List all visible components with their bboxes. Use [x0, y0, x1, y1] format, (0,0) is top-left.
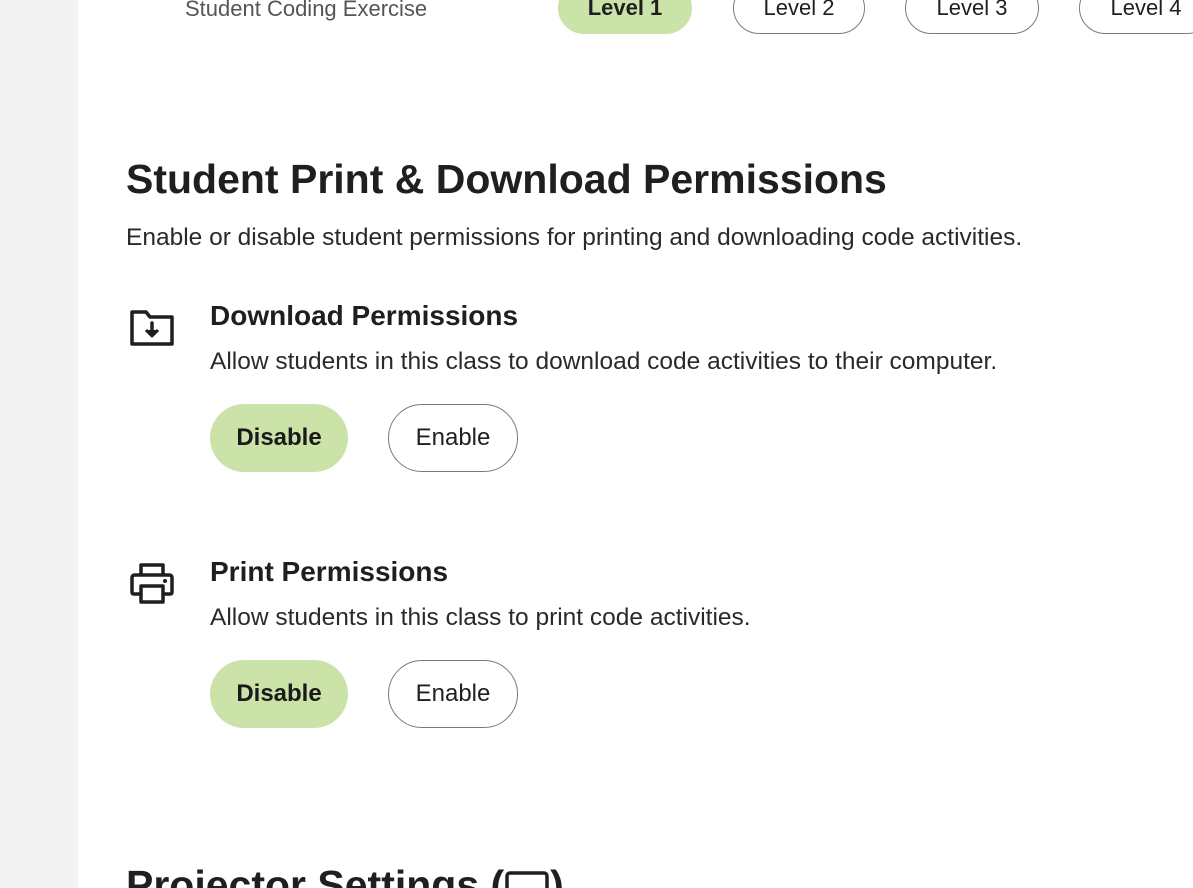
section-description: Enable or disable student permissions fo…: [126, 224, 1023, 251]
projector-settings-label: Projector Settings (: [126, 862, 505, 888]
level-1-pill[interactable]: Level 1: [558, 0, 692, 34]
projector-settings-suffix: ): [550, 862, 564, 888]
section-title: Student Print & Download Permissions: [126, 156, 887, 202]
download-permissions-description: Allow students in this class to download…: [210, 348, 998, 375]
level-2-pill[interactable]: Level 2: [733, 0, 865, 34]
exercise-level-row: Student Coding Exercise Level 1 Level 2 …: [78, 0, 1193, 34]
exercise-label: Student Coding Exercise: [185, 0, 428, 21]
print-disable-button[interactable]: Disable: [210, 660, 348, 728]
printer-icon: [128, 562, 176, 606]
folder-download-icon: [128, 306, 176, 350]
print-permissions-block: Print Permissions Allow students in this…: [126, 556, 1186, 762]
projector-icon: [504, 862, 550, 888]
download-permissions-title: Download Permissions: [210, 300, 519, 331]
print-enable-button[interactable]: Enable: [388, 660, 518, 728]
download-enable-button[interactable]: Enable: [388, 404, 518, 472]
print-permissions-description: Allow students in this class to print co…: [210, 604, 751, 631]
print-permissions-title: Print Permissions: [210, 556, 449, 587]
left-rail: [0, 0, 78, 888]
download-permissions-block: Download Permissions Allow students in t…: [126, 300, 1186, 506]
level-3-pill[interactable]: Level 3: [905, 0, 1039, 34]
settings-page: Student Coding Exercise Level 1 Level 2 …: [78, 0, 1193, 888]
level-4-pill[interactable]: Level 4: [1079, 0, 1193, 34]
download-disable-button[interactable]: Disable: [210, 404, 348, 472]
projector-settings-title: Projector Settings (): [126, 862, 564, 888]
